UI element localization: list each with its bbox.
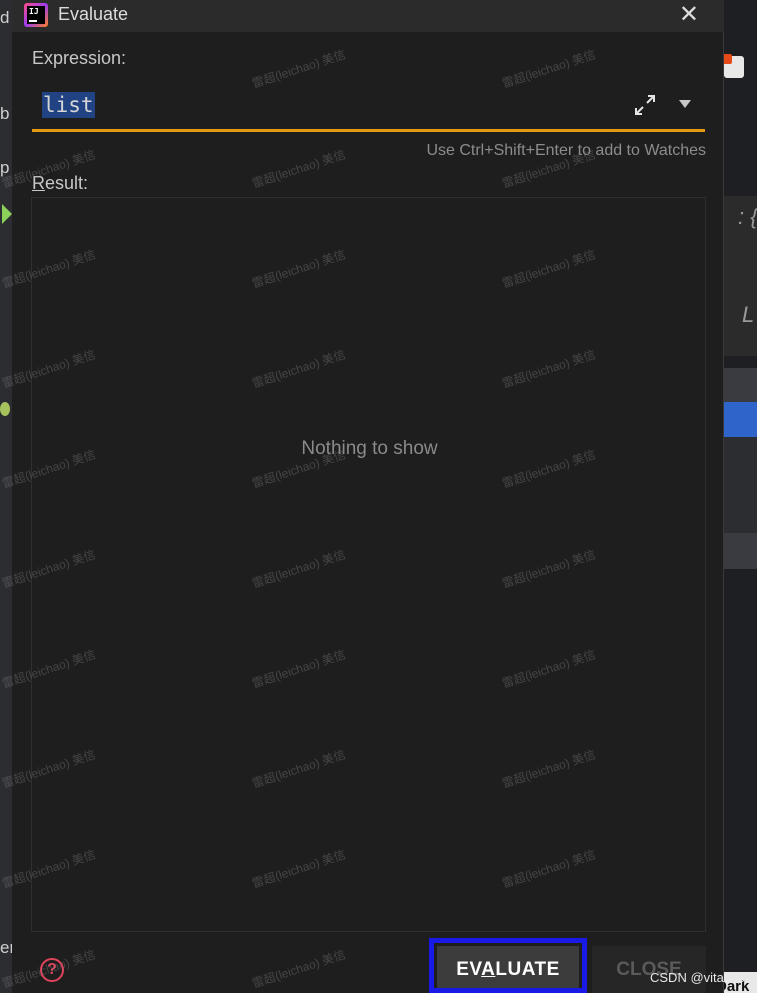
bg-fragment: er: [0, 938, 12, 957]
result-label: Result:: [32, 173, 89, 193]
bg-fragment: d: [0, 8, 10, 27]
bulb-icon: [0, 402, 10, 416]
bg-fragment: : {: [738, 204, 757, 229]
dialog-titlebar[interactable]: IJ Evaluate ✕: [12, 0, 724, 32]
intellij-logo-icon: IJ: [24, 3, 48, 27]
dialog-title: Evaluate: [58, 4, 129, 24]
empty-state-text: Nothing to show: [301, 438, 438, 459]
background-left-strip: d b p er: [0, 0, 12, 993]
credit-text: CSDN @vitas23: [650, 970, 745, 985]
expression-label: Expression:: [32, 48, 127, 68]
app-icon: [722, 54, 744, 78]
bg-fragment: b: [0, 104, 10, 123]
background-right-strip: sPlu : { L Dark: [716, 0, 757, 993]
expression-value[interactable]: list: [42, 92, 95, 118]
close-icon[interactable]: ✕: [679, 2, 699, 28]
bg-fragment: L: [742, 302, 755, 327]
help-button[interactable]: ?: [40, 958, 64, 982]
result-panel[interactable]: Nothing to show: [31, 197, 706, 932]
evaluate-dialog: IJ Evaluate ✕ Expression: list Use Ctrl+…: [12, 0, 724, 993]
bg-fragment: p: [0, 158, 10, 177]
expression-input[interactable]: list: [32, 84, 705, 132]
watches-hint: Use Ctrl+Shift+Enter to add to Watches: [426, 142, 706, 159]
run-arrow-icon: [2, 204, 12, 224]
history-dropdown-icon[interactable]: [678, 98, 692, 110]
evaluate-button[interactable]: EVALUATE: [429, 938, 587, 993]
expand-icon[interactable]: [634, 94, 656, 116]
